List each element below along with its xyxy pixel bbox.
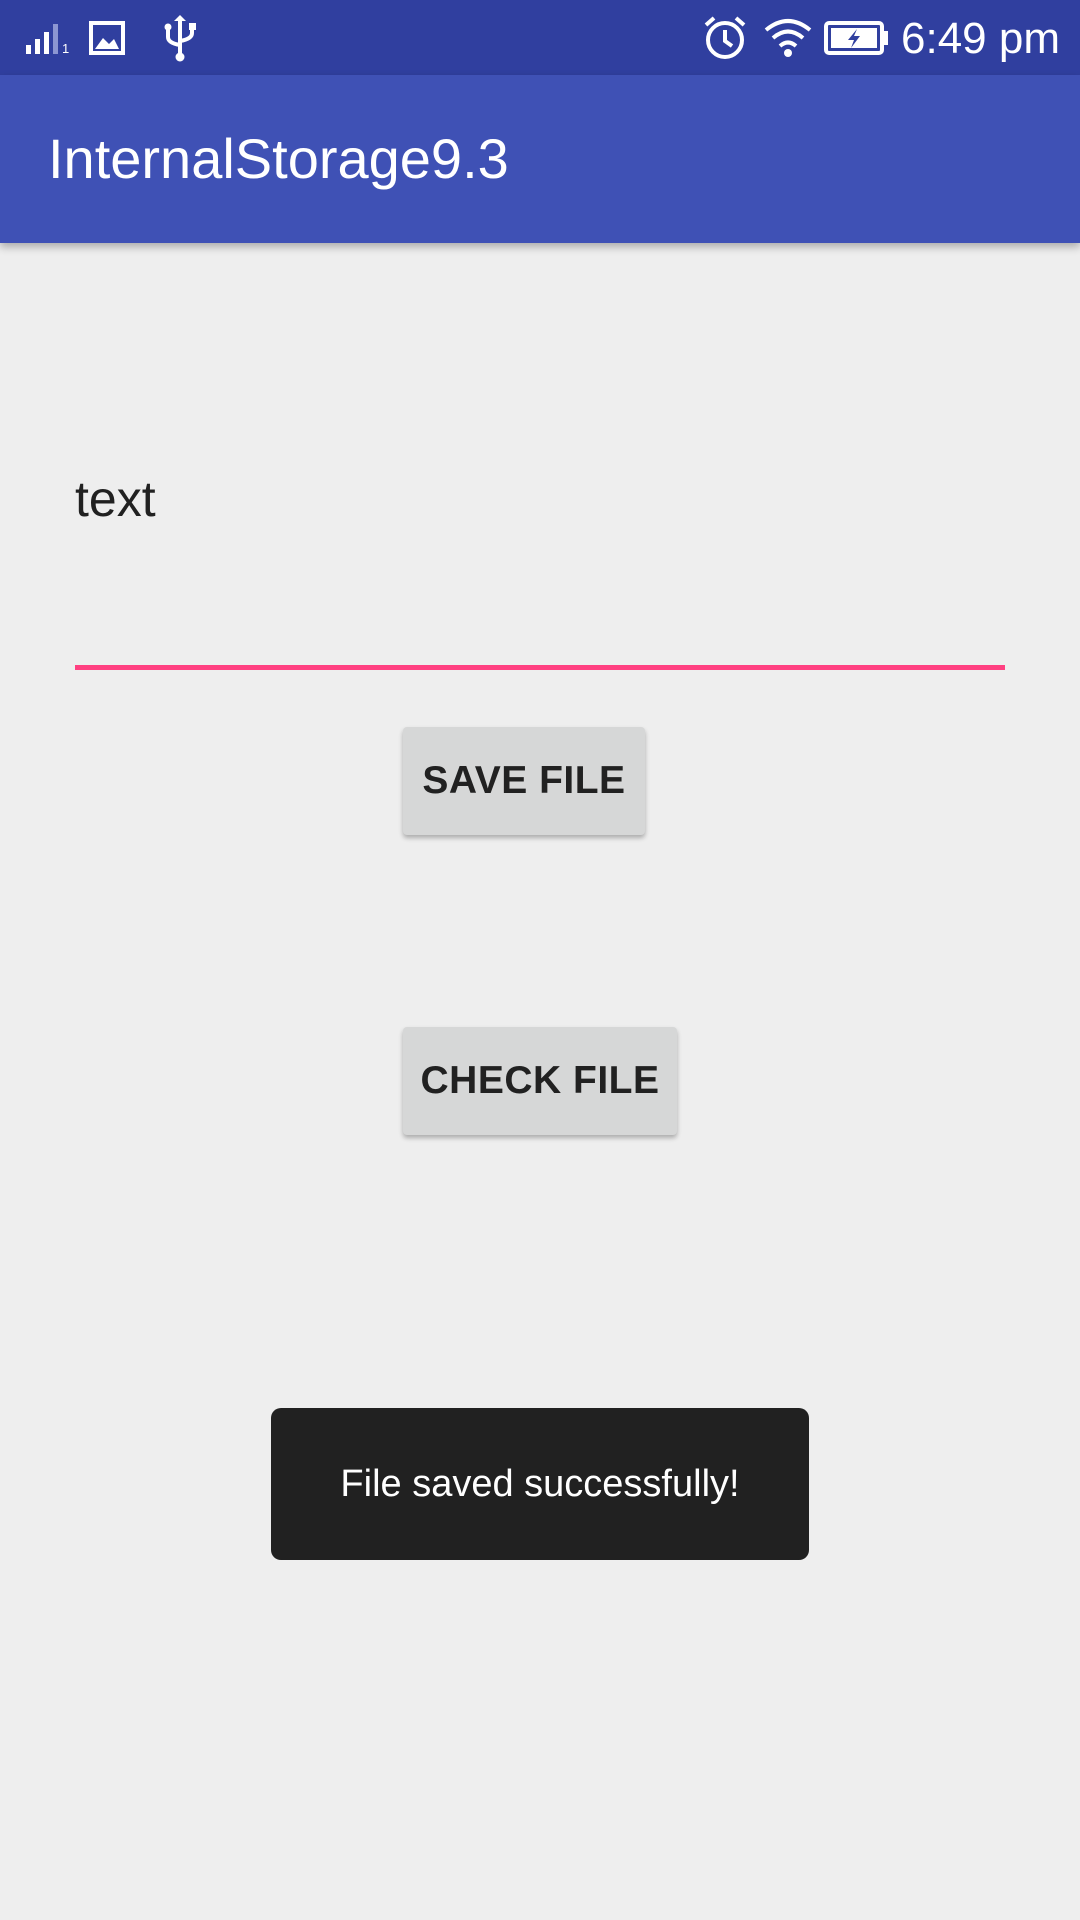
sim-indicator: 1 — [62, 41, 70, 56]
signal-icon: 1 — [24, 0, 69, 75]
status-bar: 1 6:49 pm — [0, 0, 1080, 75]
input-underline — [75, 665, 1005, 670]
usb-icon — [160, 0, 200, 75]
app-bar: InternalStorage9.3 — [0, 75, 1080, 243]
wifi-icon — [764, 0, 812, 75]
battery-charging-icon — [824, 0, 890, 75]
clock-time: 6:49 pm — [901, 14, 1060, 63]
input-value: text — [75, 471, 156, 527]
save-file-button[interactable]: SAVE FILE — [403, 727, 645, 835]
app-title: InternalStorage9.3 — [48, 127, 509, 190]
alarm-icon — [702, 0, 748, 75]
file-content-input[interactable]: text — [75, 440, 1005, 676]
check-file-button[interactable]: CHECK FILE — [403, 1027, 677, 1135]
toast-message: File saved successfully! — [271, 1408, 809, 1560]
image-icon — [88, 0, 126, 75]
